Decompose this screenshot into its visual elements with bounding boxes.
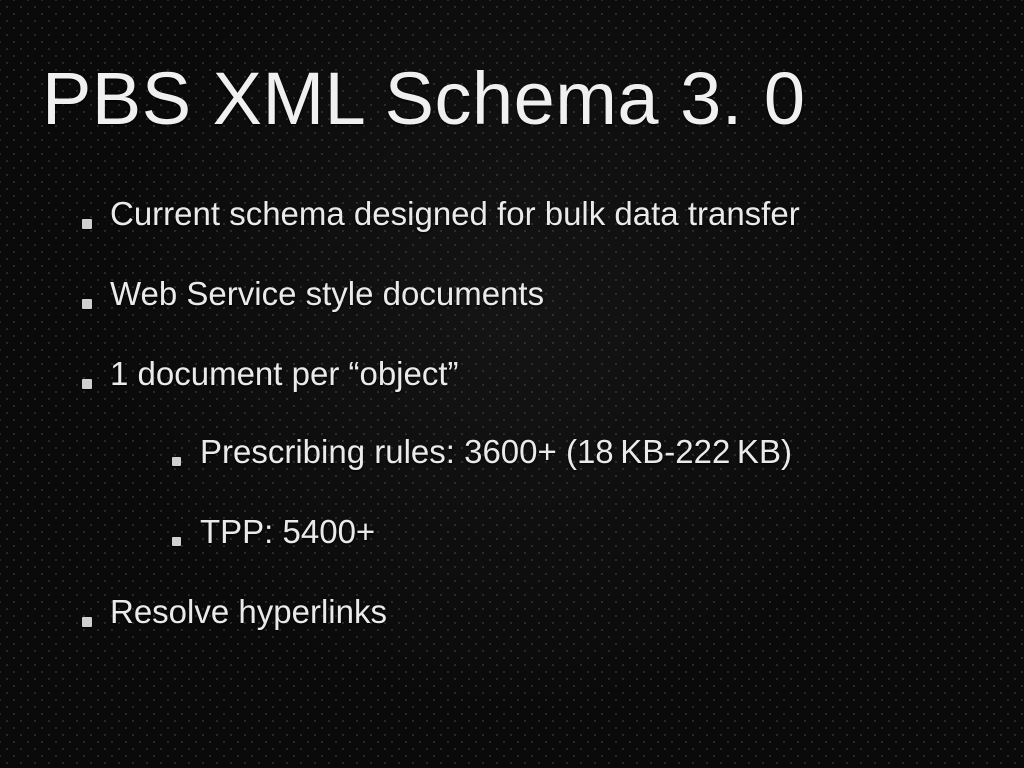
bullet-list: Current schema designed for bulk data tr… — [42, 195, 982, 631]
list-item-label: 1 document per “object” — [110, 355, 459, 392]
sub-bullet-list: Prescribing rules: 3600+ (18 KB-222 KB) … — [110, 433, 982, 551]
list-item: 1 document per “object” Prescribing rule… — [82, 355, 982, 551]
list-item: Prescribing rules: 3600+ (18 KB-222 KB) — [172, 433, 982, 471]
list-item: TPP: 5400+ — [172, 513, 982, 551]
list-item: Web Service style documents — [82, 275, 982, 313]
slide-title: PBS XML Schema 3. 0 — [42, 56, 982, 141]
list-item: Current schema designed for bulk data tr… — [82, 195, 982, 233]
list-item: Resolve hyperlinks — [82, 593, 982, 631]
